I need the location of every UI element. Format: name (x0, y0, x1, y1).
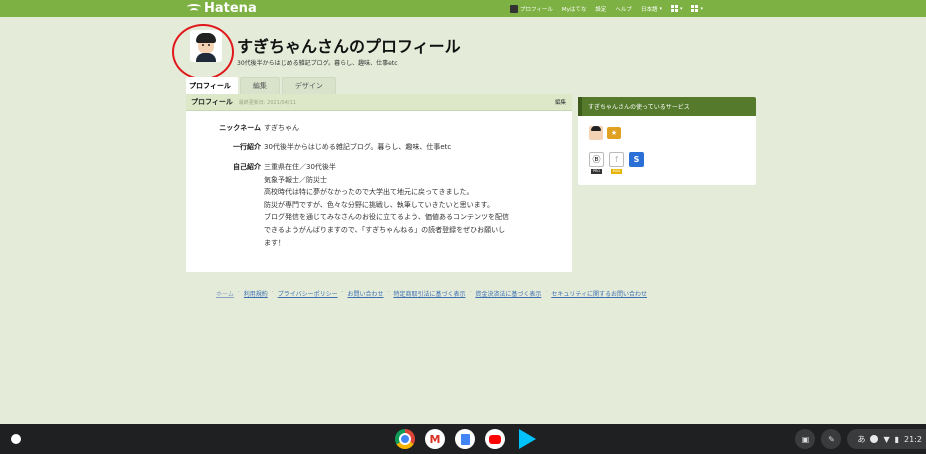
nav-language[interactable]: 日本語 ▾ (641, 5, 662, 13)
last-updated: 最終更新日: 2021/04/11 (238, 99, 296, 106)
hatena-logo-icon (187, 3, 201, 14)
footer-link-privacy[interactable]: プライバシーポリシー (278, 289, 338, 298)
s-icon: S (629, 152, 644, 167)
footer-links: ホーム · 利用規約 · プライバシーポリシー · お問い合わせ · 特定商取引… (216, 289, 647, 298)
footer-separator: · (387, 289, 390, 296)
top-navigation: プロフィール Myはてな 設定 ヘルプ 日本語 ▾ ▾ ▾ (510, 0, 703, 17)
profile-tabs: プロフィール 編集 デザイン (186, 77, 338, 94)
bio-line: 高校時代は特に夢がなかったので大学出て地元に戻ってきました。 (264, 188, 474, 197)
oneline-row: 一行紹介 30代後半からはじめる雑記ブログ。暮らし、趣味、仕事etc (186, 142, 572, 152)
service-hatena-star[interactable]: S (629, 152, 644, 167)
services-row-apps: Ⓑ PRO f MAX S (589, 152, 644, 174)
nav-help[interactable]: ヘルプ (615, 5, 632, 13)
footer-separator: · (469, 289, 472, 296)
page-title: すぎちゃんさんのプロフィール (237, 37, 461, 56)
profile-fields: ニックネーム すぎちゃん 一行紹介 30代後半からはじめる雑記ブログ。暮らし、趣… (186, 111, 572, 249)
hatena-header-bar: Hatena プロフィール Myはてな 設定 ヘルプ 日本語 ▾ ▾ ▾ (0, 0, 926, 17)
profile-card-header: プロフィール 最終更新日: 2021/04/11 編集 (186, 94, 572, 111)
chrome-icon[interactable] (395, 429, 415, 449)
nickname-row: ニックネーム すぎちゃん (186, 123, 572, 133)
bio-label: 自己紹介 (233, 163, 261, 171)
footer-separator: · (545, 289, 548, 296)
service-hatena-fotolife[interactable]: f MAX (609, 152, 624, 174)
nav-profile-label: プロフィール (520, 6, 553, 13)
footer-link-home[interactable]: ホーム (216, 289, 234, 298)
account-icon (870, 435, 879, 443)
services-card: すぎちゃんさんの使っているサービス ★ Ⓑ PRO f MAX S (578, 97, 756, 185)
footer-link-security[interactable]: セキュリティに関するお問い合わせ (551, 289, 647, 298)
footer-link-commerce[interactable]: 特定商取引法に基づく表示 (393, 289, 465, 298)
nav-my-hatena[interactable]: Myはてな (562, 5, 587, 13)
play-store-icon[interactable] (515, 429, 536, 449)
launcher-button[interactable] (11, 434, 21, 444)
status-area[interactable]: あ ▼ ▮ 21:2 (847, 429, 926, 449)
browser-page: Hatena プロフィール Myはてな 設定 ヘルプ 日本語 ▾ ▾ ▾ すぎち… (0, 0, 926, 424)
footer-separator: · (237, 289, 240, 296)
tab-edit[interactable]: 編集 (239, 77, 280, 94)
stylus-icon[interactable]: ✎ (821, 429, 842, 449)
fotolife-icon: f (609, 152, 624, 167)
nickname-value: すぎちゃん (264, 124, 299, 132)
nav-settings[interactable]: 設定 (595, 5, 606, 13)
footer-separator: · (271, 289, 274, 296)
nav-apps-menu[interactable]: ▾ (670, 5, 683, 12)
footer-link-contact[interactable]: お問い合わせ (348, 289, 384, 298)
chevron-down-icon: ▾ (700, 5, 703, 12)
gmail-icon[interactable]: M (425, 429, 445, 449)
clock: 21:2 (904, 434, 922, 444)
pinned-apps: M (395, 429, 536, 449)
chromeos-shelf: M ▣ ✎ あ ▼ ▮ 21:2 (0, 424, 926, 454)
profile-card-heading: プロフィール (191, 98, 233, 106)
red-circle-annotation (172, 24, 234, 80)
bio-line: ます！ (264, 238, 285, 247)
tab-profile[interactable]: プロフィール (186, 77, 238, 94)
user-avatar-icon (510, 4, 518, 13)
footer-link-payment[interactable]: 資金決済法に基づく表示 (475, 289, 541, 298)
services-heading: すぎちゃんさんの使っているサービス (578, 97, 756, 116)
chevron-down-icon: ▾ (659, 5, 662, 12)
service-hatena-blog[interactable]: Ⓑ PRO (589, 152, 604, 174)
chevron-down-icon: ▾ (679, 5, 683, 12)
bio-text: 三重県在住／30代後半 気象予報士／防災士 高校時代は特に夢がなかったので大学出… (264, 161, 572, 249)
bio-line: 気象予報士／防災士 (264, 175, 327, 184)
bio-line: 防災が専門ですが、色々な分野に挑戦し、執筆していきたいと思います。 (264, 200, 494, 209)
wifi-icon: ▼ (883, 434, 890, 444)
nickname-label: ニックネーム (219, 124, 261, 132)
hatena-star-icon[interactable]: ★ (607, 127, 621, 139)
bio-line: ブログ発信を通じてみなさんのお役に立てるよう、価値あるコンテンツを配信 (264, 213, 509, 222)
bio-line: 三重県在住／30代後半 (264, 163, 336, 171)
bio-row: 自己紹介 三重県在住／30代後半 気象予報士／防災士 高校時代は特に夢がなかった… (186, 161, 572, 249)
hatena-logo-text: Hatena (204, 1, 257, 16)
grid-icon (670, 5, 678, 12)
notification-icon (691, 5, 699, 12)
services-row-users: ★ (589, 126, 621, 140)
docs-icon[interactable] (455, 429, 475, 449)
clipboard-icon[interactable]: ▣ (795, 429, 816, 449)
page-subtitle: 30代後半からはじめる雑記ブログ。暮らし、趣味、仕事etc (237, 60, 398, 67)
battery-icon: ▮ (894, 434, 900, 444)
user-avatar-icon[interactable] (589, 126, 603, 140)
footer-separator: · (341, 289, 344, 296)
youtube-icon[interactable] (485, 429, 505, 449)
oneline-label: 一行紹介 (233, 143, 261, 151)
footer-link-terms[interactable]: 利用規約 (244, 289, 268, 298)
oneline-value: 30代後半からはじめる雑記ブログ。暮らし、趣味、仕事etc (264, 143, 452, 151)
ime-indicator: あ (857, 434, 866, 444)
profile-card: プロフィール 最終更新日: 2021/04/11 編集 ニックネーム すぎちゃん… (186, 94, 572, 272)
max-badge: MAX (610, 169, 623, 174)
edit-link[interactable]: 編集 (555, 98, 566, 106)
blog-icon: Ⓑ (589, 152, 604, 167)
nav-language-label: 日本語 (640, 6, 658, 13)
system-tray: ▣ ✎ あ ▼ ▮ 21:2 (795, 429, 926, 449)
tab-design[interactable]: デザイン (281, 77, 336, 94)
bio-line: できるようがんばりますので、「すぎちゃんねる」の読者登録をぜひお願いし (264, 225, 506, 234)
pro-badge: PRO (590, 169, 603, 174)
hatena-logo[interactable]: Hatena (187, 0, 257, 17)
nav-notifications[interactable]: ▾ (691, 5, 703, 12)
nav-profile[interactable]: プロフィール (510, 4, 553, 13)
